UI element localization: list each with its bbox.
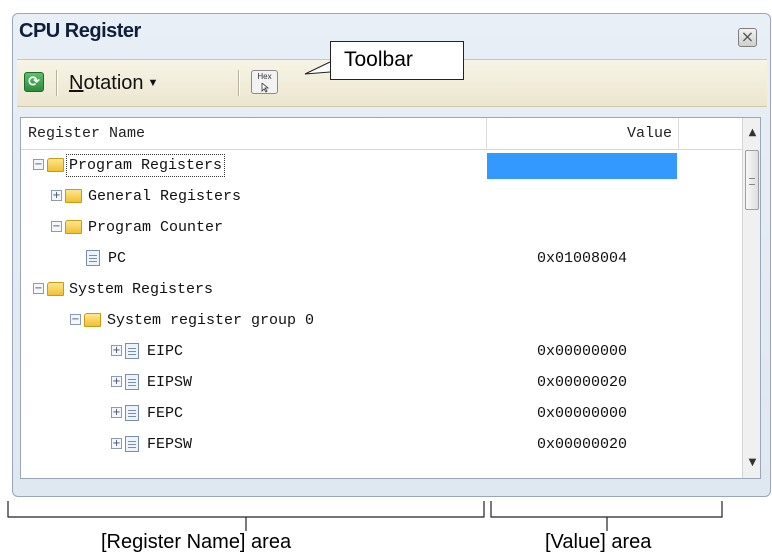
area-brackets xyxy=(7,501,723,531)
value-area-label: [Value] area xyxy=(545,531,652,553)
register-name-area-label: [Register Name] area xyxy=(101,531,292,553)
